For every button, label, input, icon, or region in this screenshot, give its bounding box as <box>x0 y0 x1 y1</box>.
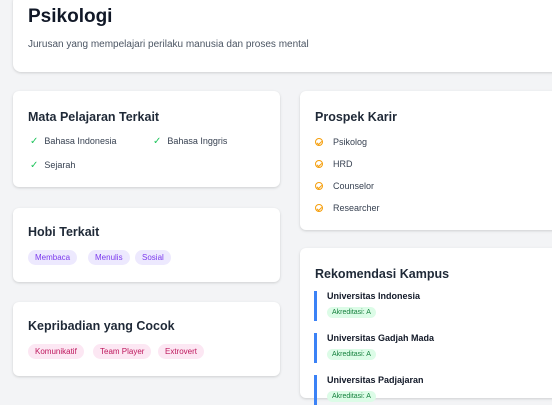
hobby-tag: Menulis <box>88 250 130 265</box>
university-item[interactable]: Universitas Gadjah Mada Akreditasi: A <box>314 333 544 363</box>
subject-item: ✓ Bahasa Inggris <box>153 136 227 147</box>
major-header-card: Psikologi Jurusan yang mempelajari peril… <box>13 0 552 72</box>
hobby-tag: Membaca <box>28 250 78 265</box>
career-item: Researcher <box>315 203 380 213</box>
subject-label: Bahasa Inggris <box>167 136 228 146</box>
hobby-tag: Sosial <box>135 250 171 265</box>
career-label: HRD <box>333 159 353 169</box>
university-item[interactable]: Universitas Padjajaran Akreditasi: A <box>314 375 544 405</box>
campus-recommendations-card: Rekomendasi Kampus Universitas Indonesia… <box>300 248 552 405</box>
check-circle-icon <box>315 204 323 212</box>
personality-tag: Extrovert <box>158 344 205 359</box>
career-label: Psikolog <box>333 137 368 147</box>
career-item: Psikolog <box>315 137 367 147</box>
career-label: Counselor <box>333 181 375 191</box>
subject-label: Bahasa Indonesia <box>44 136 117 146</box>
check-icon: ✓ <box>30 136 39 147</box>
career-item: HRD <box>315 159 353 169</box>
career-label: Researcher <box>333 203 380 213</box>
check-icon: ✓ <box>30 160 39 171</box>
accreditation-badge: Akreditasi: A <box>327 391 376 402</box>
subject-item: ✓ Bahasa Indonesia <box>30 136 116 147</box>
university-name: Universitas Padjajaran <box>327 375 424 385</box>
check-circle-icon <box>315 138 323 146</box>
major-title: Psikologi <box>28 6 113 27</box>
university-name: Universitas Gadjah Mada <box>327 333 435 343</box>
subject-label: Sejarah <box>44 160 76 170</box>
check-icon: ✓ <box>153 136 162 147</box>
major-description: Jurusan yang mempelajari perilaku manusi… <box>28 39 309 50</box>
university-item[interactable]: Universitas Indonesia Akreditasi: A <box>314 291 544 321</box>
career-item: Counselor <box>315 181 374 191</box>
subject-item: ✓ Sejarah <box>30 160 75 171</box>
career-prospects-title: Prospek Karir <box>315 110 397 124</box>
accreditation-badge: Akreditasi: A <box>327 349 376 360</box>
campus-recommendations-title: Rekomendasi Kampus <box>315 267 450 281</box>
related-subjects-title: Mata Pelajaran Terkait <box>28 110 160 124</box>
related-hobbies-title: Hobi Terkait <box>28 225 100 239</box>
personality-tag: Komunikatif <box>28 344 84 359</box>
accreditation-badge: Akreditasi: A <box>327 307 376 318</box>
check-circle-icon <box>315 182 323 190</box>
university-name: Universitas Indonesia <box>327 291 421 301</box>
career-prospects-card: Prospek Karir Psikolog HRD Counselor Res… <box>300 91 552 230</box>
personality-card: Kepribadian yang Cocok Komunikatif Team … <box>13 302 280 376</box>
related-hobbies-card: Hobi Terkait Membaca Menulis Sosial <box>13 208 280 282</box>
check-circle-icon <box>315 160 323 168</box>
related-subjects-card: Mata Pelajaran Terkait ✓ Bahasa Indonesia… <box>13 91 280 187</box>
personality-tag: Team Player <box>93 344 152 359</box>
personality-title: Kepribadian yang Cocok <box>28 319 175 333</box>
